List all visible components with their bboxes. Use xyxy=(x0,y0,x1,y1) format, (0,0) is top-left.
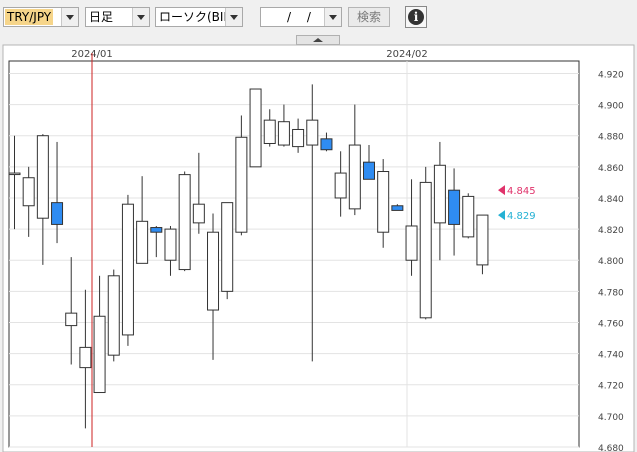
y-tick-label: 4.700 xyxy=(598,413,624,423)
candle-body xyxy=(377,171,390,233)
candle-body xyxy=(448,189,461,225)
y-tick-label: 4.900 xyxy=(598,102,624,112)
candle-body xyxy=(405,225,418,261)
candle xyxy=(121,194,134,346)
candle-body xyxy=(235,136,248,233)
candle-body xyxy=(419,181,432,319)
candle xyxy=(462,193,475,239)
candle-body xyxy=(433,164,446,224)
candle-body xyxy=(36,135,49,219)
y-tick-label: 4.860 xyxy=(598,164,624,174)
candle-body xyxy=(164,228,177,261)
candle-body xyxy=(221,202,234,292)
candle-body xyxy=(320,138,333,151)
candle-body xyxy=(334,172,347,199)
candle xyxy=(221,202,234,300)
candle-body xyxy=(121,203,134,336)
candle-body xyxy=(136,220,149,264)
candle-body xyxy=(107,275,120,356)
candle-body xyxy=(150,227,163,233)
candle-body xyxy=(207,231,220,311)
y-tick-label: 4.880 xyxy=(598,133,624,143)
y-tick-label: 4.760 xyxy=(598,319,624,329)
y-tick-label: 4.680 xyxy=(598,444,624,452)
candle-body xyxy=(178,174,191,271)
candlestick-chart: 2024/01 2024/02 4.9204.9004.8804.8604.840… xyxy=(2,44,635,452)
candle-body xyxy=(277,121,290,146)
candle xyxy=(476,214,489,275)
candle-body xyxy=(8,172,21,176)
candle-body xyxy=(391,205,404,211)
y-tick-label: 4.720 xyxy=(598,382,624,392)
candle-body xyxy=(51,202,64,225)
candle-body xyxy=(93,315,106,394)
price-marker-label: 4.845 xyxy=(507,186,536,197)
price-marker-label: 4.829 xyxy=(507,211,536,222)
candle-body xyxy=(363,161,375,180)
candle xyxy=(107,269,120,362)
y-tick-label: 4.820 xyxy=(598,226,624,236)
candle-body xyxy=(263,119,276,144)
candle xyxy=(178,171,191,272)
candle-body xyxy=(306,119,319,146)
candle-body xyxy=(462,195,475,238)
candle-body xyxy=(65,312,78,327)
y-tick-label: 4.780 xyxy=(598,288,624,298)
candle xyxy=(419,166,432,320)
candle-body xyxy=(192,203,205,224)
y-tick-label: 4.800 xyxy=(598,257,624,267)
candle-body xyxy=(292,128,305,148)
candle-body xyxy=(348,144,361,210)
y-tick-label: 4.740 xyxy=(598,351,624,361)
y-tick-label: 4.840 xyxy=(598,195,624,205)
y-tick-label: 4.920 xyxy=(598,70,624,80)
candle-body xyxy=(22,177,35,207)
candle-body xyxy=(249,88,262,168)
candle xyxy=(249,88,262,168)
candle-body xyxy=(79,346,92,369)
x-tick-label: 2024/02 xyxy=(386,49,428,60)
candle-body xyxy=(476,214,489,266)
